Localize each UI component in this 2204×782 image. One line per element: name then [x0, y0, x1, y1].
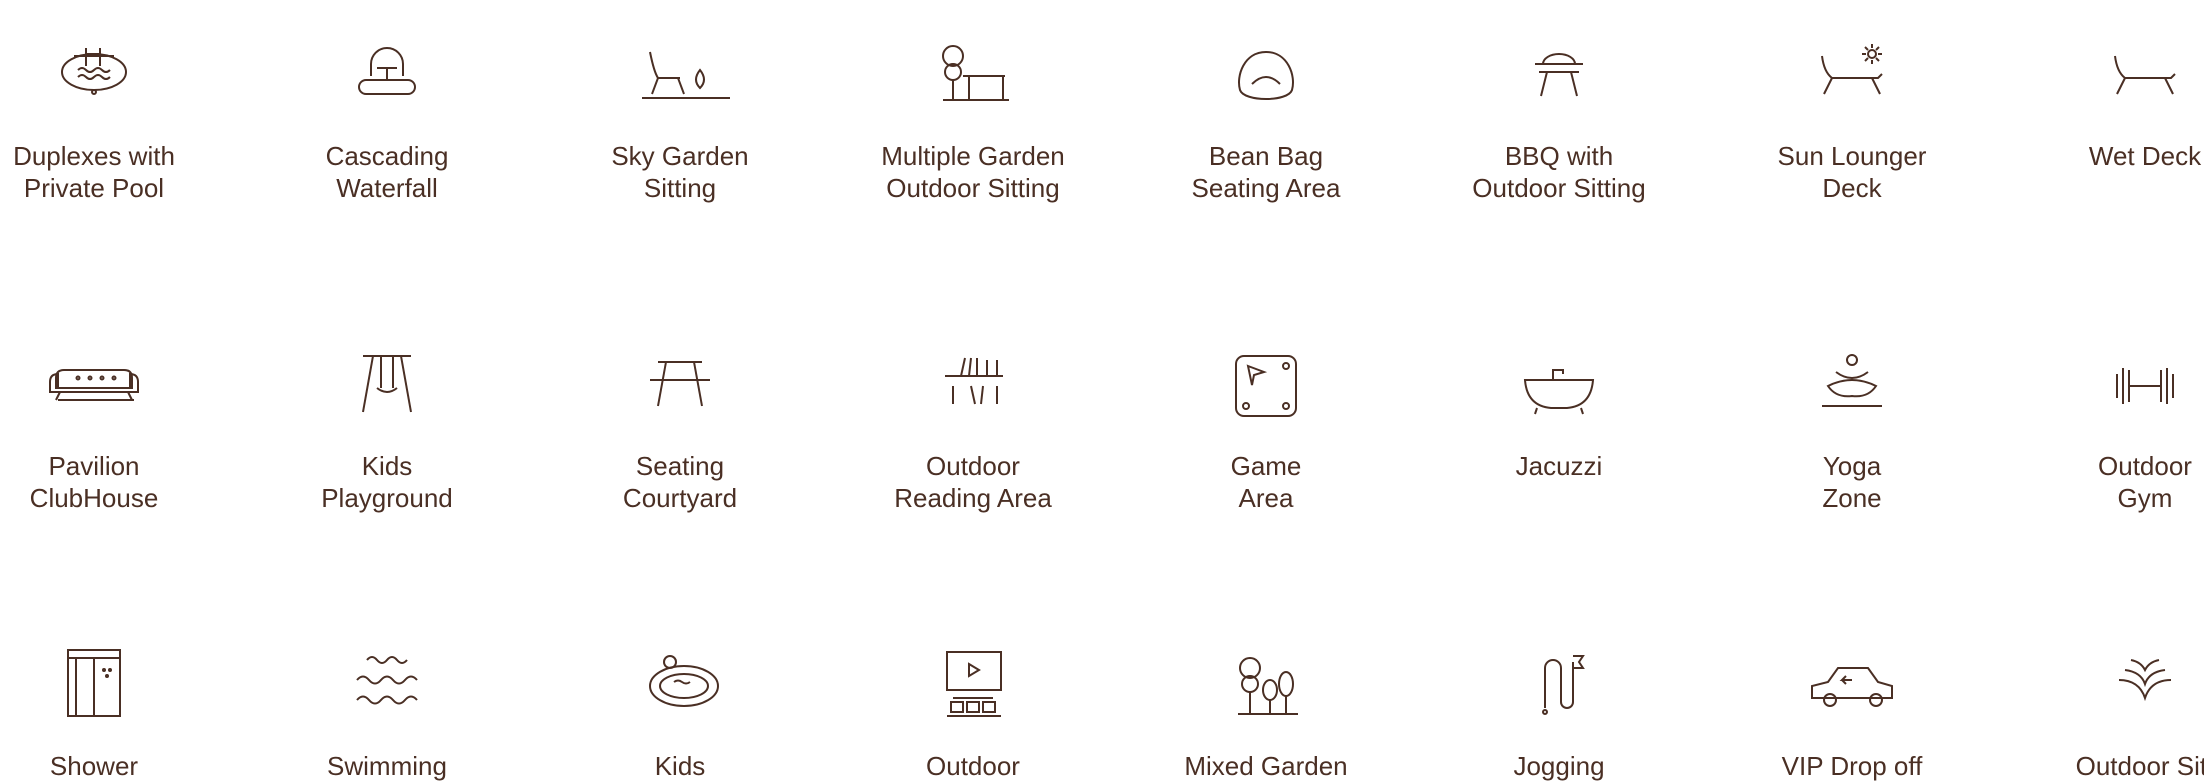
amenity-jacuzzi: Jacuzzi	[1439, 340, 1679, 482]
amenity-label-line1: Cascading	[325, 141, 449, 171]
amenity-label-line2: Private Pool	[23, 173, 165, 203]
amenity-label-line1: Jacuzzi	[1515, 451, 1603, 481]
trees-icon	[1206, 640, 1326, 750]
garden-sitting-icon	[913, 30, 1033, 140]
amenity-kids: Kids	[560, 640, 800, 782]
amenity-label-line2: Zone	[1822, 483, 1882, 513]
yoga-icon	[1792, 340, 1912, 450]
sky-garden-icon	[620, 30, 740, 140]
sofa-icon	[34, 340, 154, 450]
wet-deck-icon	[2085, 30, 2204, 140]
amenity-label-line1: Multiple Garden	[881, 141, 1065, 171]
amenity-pavilion-clubhouse: Pavilion ClubHouse	[0, 340, 214, 514]
amenity-label-line1: Shower	[49, 751, 139, 781]
amenity-label-line2: Playground	[321, 483, 453, 513]
amenity-label-line2: Seating Area	[1191, 173, 1341, 203]
car-icon	[1792, 640, 1912, 750]
amenity-label-line1: Outdoor	[926, 451, 1020, 481]
game-board-icon	[1206, 340, 1326, 450]
amenity-sun-lounger-deck: Sun Lounger Deck	[1732, 30, 1972, 204]
amenity-outdoor-reading-area: Outdoor Reading Area	[853, 340, 1093, 514]
amenity-swimming: Swimming	[267, 640, 507, 782]
amenity-duplexes-private-pool: Duplexes with Private Pool	[0, 30, 214, 204]
jogging-track-icon	[1499, 640, 1619, 750]
amenity-label-line1: Wet Deck	[2088, 141, 2202, 171]
dumbbell-icon	[2085, 340, 2204, 450]
amenity-label-line1: Pavilion	[48, 451, 140, 481]
amenity-label-line2: Waterfall	[336, 173, 438, 203]
amenity-shower: Shower	[0, 640, 214, 782]
amenity-label-line2: Gym	[2117, 483, 2173, 513]
swing-icon	[327, 340, 447, 450]
amenity-multiple-garden-outdoor-sitting: Multiple Garden Outdoor Sitting	[853, 30, 1093, 204]
amenity-label-line1: Yoga	[1822, 451, 1882, 481]
amenity-vip-drop-off: VIP Drop off	[1732, 640, 1972, 782]
amenity-sky-garden-sitting: Sky Garden Sitting	[560, 30, 800, 204]
amenity-label-line1: Sun Lounger	[1777, 141, 1927, 171]
amenity-cascading-waterfall: Cascading Waterfall	[267, 30, 507, 204]
pool-icon	[34, 30, 154, 140]
amenity-label-line2: ClubHouse	[29, 483, 159, 513]
amenity-label-line2: Deck	[1822, 173, 1882, 203]
amenity-label-line2: Courtyard	[622, 483, 738, 513]
amenity-bbq-outdoor-sitting: BBQ with Outdoor Sitting	[1439, 30, 1679, 204]
amenity-label-line1: Game	[1230, 451, 1302, 481]
amenity-game-area: Game Area	[1146, 340, 1386, 514]
amenity-label-line1: VIP Drop off	[1781, 751, 1923, 781]
amenity-label-line2: Area	[1238, 483, 1294, 513]
amenity-mixed-garden: Mixed Garden	[1146, 640, 1386, 782]
amenity-outdoor-gym: Outdoor Gym	[2025, 340, 2204, 514]
kids-pool-icon	[620, 640, 740, 750]
amenity-label-line1: Duplexes with	[13, 141, 175, 171]
outdoor-theatre-icon	[913, 640, 1033, 750]
amenity-yoga-zone: Yoga Zone	[1732, 340, 1972, 514]
amenity-label-line1: Jogging	[1513, 751, 1605, 781]
amenity-bean-bag-seating: Bean Bag Seating Area	[1146, 30, 1386, 204]
amenity-label-line1: Mixed Garden	[1184, 751, 1348, 781]
amenity-jogging: Jogging	[1439, 640, 1679, 782]
amenity-outdoor-sitting: Outdoor Sitt	[2025, 640, 2204, 782]
amenity-wet-deck: Wet Deck	[2025, 30, 2204, 172]
amenity-label-line1: Sky Garden	[611, 141, 749, 171]
waterfall-icon	[327, 30, 447, 140]
amenity-label-line1: Kids	[654, 751, 706, 781]
amenity-label-line1: Kids	[361, 451, 413, 481]
amenity-label-line2: Outdoor Sitting	[886, 173, 1060, 203]
bathtub-icon	[1499, 340, 1619, 450]
amenity-seating-courtyard: Seating Courtyard	[560, 340, 800, 514]
amenity-label-line1: Bean Bag	[1208, 141, 1324, 171]
amenity-label-line1: Outdoor	[2098, 451, 2192, 481]
bookshelf-icon	[913, 340, 1033, 450]
amenity-label-line2: Reading Area	[894, 483, 1052, 513]
shower-icon	[34, 640, 154, 750]
amenity-label-line1: Outdoor	[926, 751, 1020, 781]
bean-bag-icon	[1206, 30, 1326, 140]
amenity-label-line1: Outdoor Sitt	[2075, 751, 2204, 781]
amenity-label-line1: Seating	[635, 451, 725, 481]
amenity-label-line2: Outdoor Sitting	[1472, 173, 1646, 203]
sun-lounger-icon	[1792, 30, 1912, 140]
amenity-label-line2: Sitting	[643, 173, 717, 203]
chevron-sitting-icon	[2085, 640, 2204, 750]
table-icon	[620, 340, 740, 450]
bbq-icon	[1499, 30, 1619, 140]
amenity-outdoor: Outdoor	[853, 640, 1093, 782]
amenity-kids-playground: Kids Playground	[267, 340, 507, 514]
waves-icon	[327, 640, 447, 750]
amenity-label-line1: Swimming	[327, 751, 447, 781]
amenity-label-line1: BBQ with	[1504, 141, 1614, 171]
